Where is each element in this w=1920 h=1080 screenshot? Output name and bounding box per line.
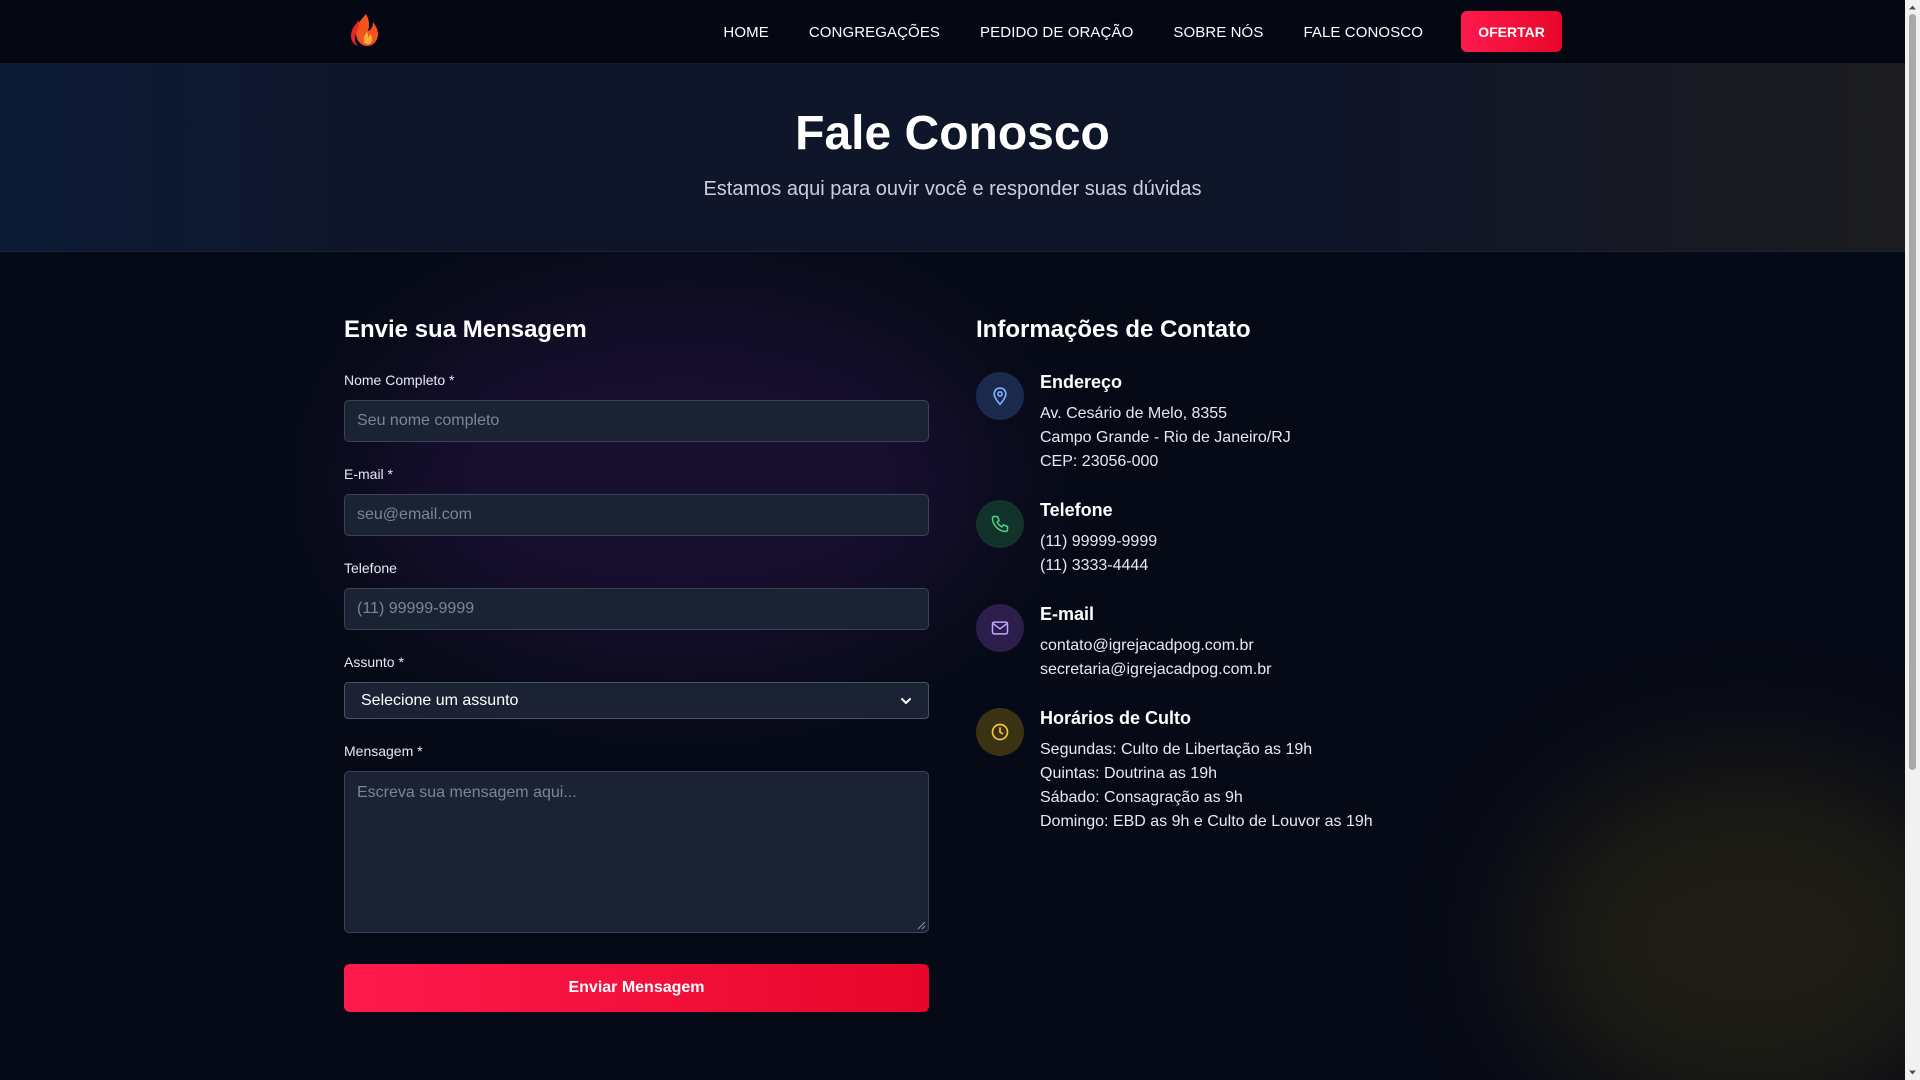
subject-label: Assunto *: [344, 654, 404, 670]
contact-info-title: Informações de Contato: [976, 316, 1251, 343]
contact-form: Envie sua Mensagem Nome Completo * E-mai…: [344, 316, 929, 1012]
message-label: Mensagem *: [344, 743, 423, 759]
phone-line: (11) 3333-4444: [1040, 557, 1149, 574]
scroll-down-arrow-icon[interactable]: [1908, 1068, 1917, 1077]
contact-heading-address: Endereço: [1040, 372, 1123, 392]
nav-link-home[interactable]: HOME: [723, 24, 768, 41]
service-time-line: Segundas: Culto de Libertação as 19h: [1040, 741, 1313, 758]
contact-heading-service-times: Horários de Culto: [1040, 708, 1192, 728]
nav-link-sobre-nos[interactable]: SOBRE NÓS: [1173, 24, 1263, 41]
message-textarea[interactable]: [344, 771, 929, 933]
nav-link-pedido-de-oracao[interactable]: PEDIDO DE ORAÇÃO: [980, 24, 1133, 41]
nav-link-fale-conosco[interactable]: FALE CONOSCO: [1303, 24, 1423, 41]
chevron-down-icon: [901, 697, 911, 704]
subject-select[interactable]: Selecione um assunto: [344, 682, 929, 719]
contact-lines-address: Av. Cesário de Melo, 8355 Campo Grande -…: [1040, 402, 1291, 474]
phone-line: (11) 99999-9999: [1040, 533, 1158, 550]
form-title: Envie sua Mensagem: [344, 316, 587, 343]
service-time-line: Domingo: EBD as 9h e Culto de Louvor as …: [1040, 813, 1373, 830]
clock-icon: [976, 708, 1024, 756]
phone-icon: [976, 500, 1024, 548]
email-line: contato@igrejacadpog.com.br: [1040, 637, 1254, 654]
message-wrapper: [344, 771, 929, 933]
mail-icon: [976, 604, 1024, 652]
nav-link-congregacoes[interactable]: CONGREGAÇÕES: [809, 24, 940, 41]
page-subtitle: Estamos aqui para ouvir você e responder…: [703, 178, 1202, 200]
navbar: HOME CONGREGAÇÕES PEDIDO DE ORAÇÃO SOBRE…: [0, 0, 1905, 64]
phone-input[interactable]: [344, 588, 929, 630]
scrollbar-thumb[interactable]: [1909, 14, 1916, 770]
hero-banner: Fale Conosco Estamos aqui para ouvir voc…: [0, 64, 1905, 252]
email-label: E-mail *: [344, 466, 394, 482]
contact-heading-email: E-mail: [1040, 604, 1095, 624]
resize-grip-icon[interactable]: [916, 920, 926, 930]
map-pin-icon: [976, 372, 1024, 420]
ofertar-button[interactable]: OFERTAR: [1461, 11, 1562, 52]
contact-lines-email: contato@igrejacadpog.com.br secretaria@i…: [1040, 634, 1271, 682]
email-input[interactable]: [344, 494, 929, 536]
service-time-line: Quintas: Doutrina as 19h: [1040, 765, 1217, 782]
scroll-up-arrow-icon[interactable]: [1908, 3, 1917, 12]
phone-label: Telefone: [344, 560, 397, 576]
scrollbar[interactable]: [1905, 0, 1920, 1080]
subject-select-value: Selecione um assunto: [361, 691, 519, 709]
send-message-button[interactable]: Enviar Mensagem: [344, 964, 929, 1012]
contact-heading-phone: Telefone: [1040, 500, 1113, 520]
flame-icon[interactable]: [346, 12, 386, 48]
address-line: CEP: 23056-000: [1040, 453, 1159, 470]
contact-info: Informações de Contato Endereço Av. Cesá…: [976, 316, 1476, 830]
nav-links: HOME CONGREGAÇÕES PEDIDO DE ORAÇÃO SOBRE…: [723, 0, 1423, 64]
contact-lines-phone: (11) 99999-9999 (11) 3333-4444: [1040, 530, 1157, 578]
name-label: Nome Completo *: [344, 372, 455, 388]
background-glow-gold: [1520, 760, 1920, 1080]
email-line: secretaria@igrejacadpog.com.br: [1040, 661, 1272, 678]
address-line: Av. Cesário de Melo, 8355: [1040, 405, 1228, 422]
service-time-line: Sábado: Consagração as 9h: [1040, 789, 1243, 806]
address-line: Campo Grande - Rio de Janeiro/RJ: [1040, 429, 1291, 446]
contact-lines-service-times: Segundas: Culto de Libertação as 19h Qui…: [1040, 738, 1373, 834]
name-input[interactable]: [344, 400, 929, 442]
page-title: Fale Conosco: [795, 107, 1110, 160]
